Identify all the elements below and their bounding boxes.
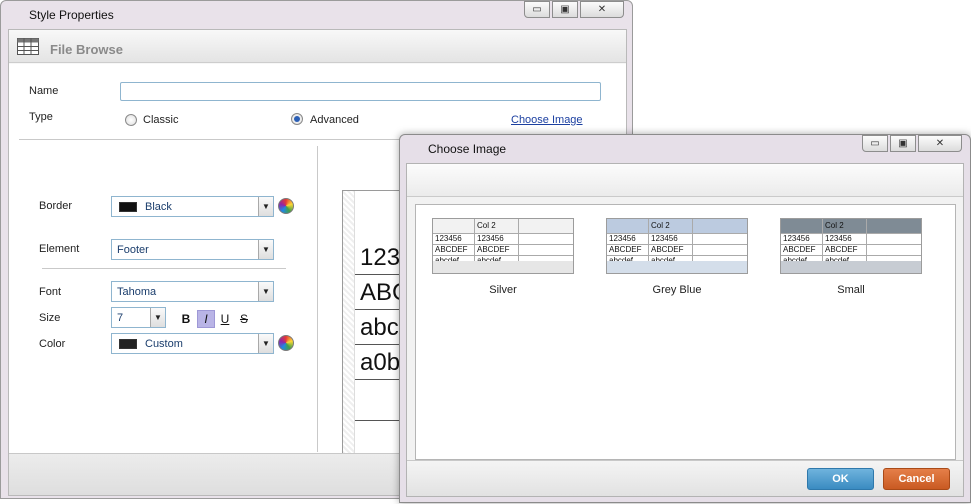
thumb-header-text: Col 2 — [651, 221, 670, 230]
preview-margin — [343, 191, 355, 459]
maximize-icon[interactable]: ▣ — [552, 1, 578, 18]
thumb-footer — [433, 261, 573, 273]
dialog-client-area: Col 2 123456 123456 ABCDEF ABCDEF abcdef… — [406, 163, 964, 497]
style-label: Small — [837, 284, 865, 296]
close-icon[interactable]: ✕ — [580, 1, 624, 18]
font-value: Tahoma — [117, 285, 157, 298]
color-value: Custom — [145, 337, 183, 350]
chevron-down-icon[interactable]: ▼ — [258, 334, 273, 353]
cancel-button[interactable]: Cancel — [883, 468, 950, 490]
minimize-icon[interactable]: ▭ — [862, 135, 888, 152]
thumb-line — [518, 219, 519, 263]
thumb-line — [866, 219, 867, 263]
size-label: Size — [39, 312, 61, 324]
bold-button[interactable]: B — [177, 310, 195, 328]
border-select[interactable]: Black ▼ — [111, 196, 274, 217]
section-divider — [42, 268, 286, 269]
border-label: Border — [39, 200, 73, 212]
choose-image-dialog: Choose Image ▭ ▣ ✕ Col 2 123456 123456 A… — [399, 134, 971, 503]
strikethrough-button[interactable]: S — [235, 310, 253, 328]
border-value: Black — [145, 200, 172, 213]
color-label: Color — [39, 338, 66, 350]
vertical-divider — [317, 146, 318, 452]
thumb-cell: ABCDEF — [651, 245, 684, 254]
thumb-cell: 123456 — [825, 234, 852, 243]
italic-button[interactable]: I — [197, 310, 215, 328]
color-select[interactable]: Custom ▼ — [111, 333, 274, 354]
thumb-footer — [781, 261, 921, 273]
font-select[interactable]: Tahoma ▼ — [111, 281, 274, 302]
custom-color-swatch — [119, 338, 137, 349]
thumb-cell: 123456 — [783, 234, 810, 243]
dialog-title: Choose Image — [428, 142, 507, 156]
type-advanced-radio[interactable] — [291, 113, 303, 125]
style-label: Silver — [489, 284, 517, 296]
thumb-header-text: Col 2 — [825, 221, 844, 230]
thumb-line — [692, 219, 693, 263]
thumb-cell: ABCDEF — [477, 245, 510, 254]
window-title: Style Properties — [29, 8, 114, 22]
color-palette-icon[interactable] — [278, 335, 294, 351]
thumb-cell: 123456 — [435, 234, 462, 243]
color-palette-icon[interactable] — [278, 198, 294, 214]
thumb-cell: ABCDEF — [783, 245, 816, 254]
type-advanced-label: Advanced — [310, 114, 359, 126]
ok-button[interactable]: OK — [807, 468, 874, 490]
thumb-header-text: Col 2 — [477, 221, 496, 230]
choose-image-link[interactable]: Choose Image — [511, 114, 583, 126]
minimize-icon[interactable]: ▭ — [524, 1, 550, 18]
thumb-cell: ABCDEF — [825, 245, 858, 254]
name-input[interactable] — [120, 82, 601, 101]
thumb-line — [822, 219, 823, 263]
style-thumbnail[interactable]: Col 2 123456 123456 ABCDEF ABCDEF abcdef… — [606, 218, 748, 274]
grid-icon — [17, 38, 39, 55]
type-classic-radio[interactable] — [125, 114, 137, 126]
thumb-header — [781, 219, 921, 233]
underline-button[interactable]: U — [216, 310, 234, 328]
thumb-line — [474, 219, 475, 263]
type-label: Type — [29, 111, 53, 123]
dialog-footer: OK Cancel — [407, 460, 963, 496]
type-classic-label: Classic — [143, 114, 179, 126]
close-icon[interactable]: ✕ — [918, 135, 962, 152]
style-label: Grey Blue — [652, 284, 702, 296]
thumb-header — [433, 219, 573, 233]
thumb-footer — [607, 261, 747, 273]
panel-header: File Browse — [9, 30, 626, 63]
thumb-cell: ABCDEF — [609, 245, 642, 254]
style-option-grey-blue[interactable]: Col 2 123456 123456 ABCDEF ABCDEF abcdef… — [606, 218, 748, 303]
thumb-header — [607, 219, 747, 233]
maximize-icon[interactable]: ▣ — [890, 135, 916, 152]
thumb-cell: 123456 — [609, 234, 636, 243]
size-select[interactable]: 7 ▼ — [111, 307, 166, 328]
style-option-silver[interactable]: Col 2 123456 123456 ABCDEF ABCDEF abcdef… — [432, 218, 574, 303]
dialog-window-controls: ▭ ▣ ✕ — [862, 135, 962, 152]
chevron-down-icon[interactable]: ▼ — [258, 282, 273, 301]
window-controls: ▭ ▣ ✕ — [524, 1, 624, 18]
element-label: Element — [39, 243, 80, 255]
thumb-line — [648, 219, 649, 263]
font-label: Font — [39, 286, 62, 298]
style-option-small[interactable]: Col 2 123456 123456 ABCDEF ABCDEF abcdef… — [780, 218, 922, 303]
dialog-toolbar — [407, 164, 963, 197]
chevron-down-icon[interactable]: ▼ — [258, 197, 273, 216]
style-gallery: Col 2 123456 123456 ABCDEF ABCDEF abcdef… — [415, 204, 956, 460]
chevron-down-icon[interactable]: ▼ — [258, 240, 273, 259]
element-select[interactable]: Footer ▼ — [111, 239, 274, 260]
chevron-down-icon[interactable]: ▼ — [150, 308, 165, 327]
style-thumbnail[interactable]: Col 2 123456 123456 ABCDEF ABCDEF abcdef… — [432, 218, 574, 274]
thumb-cell: 123456 — [477, 234, 504, 243]
style-thumbnail[interactable]: Col 2 123456 123456 ABCDEF ABCDEF abcdef… — [780, 218, 922, 274]
name-label: Name — [29, 85, 59, 97]
element-value: Footer — [117, 243, 149, 256]
thumb-cell: 123456 — [651, 234, 678, 243]
size-value: 7 — [117, 311, 124, 324]
border-color-swatch — [119, 201, 137, 212]
panel-title: File Browse — [50, 42, 123, 57]
thumb-cell: ABCDEF — [435, 245, 468, 254]
